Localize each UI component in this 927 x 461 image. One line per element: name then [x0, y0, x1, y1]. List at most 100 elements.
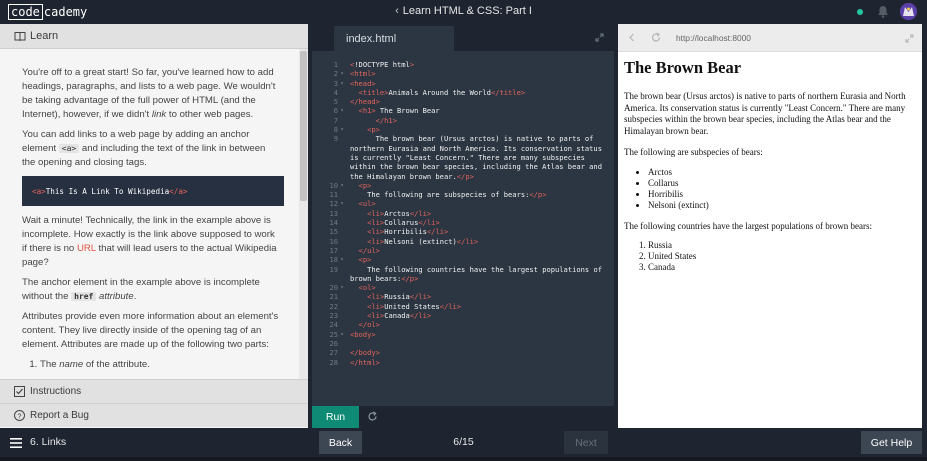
code-line[interactable]: 4 <title>Animals Around the World</title… — [312, 88, 614, 97]
code-line[interactable]: 11 The following are subspecies of bears… — [312, 190, 614, 199]
fold-gutter — [338, 134, 346, 180]
fold-arrow-icon[interactable]: ▾ — [338, 330, 346, 339]
inline-code-href: href — [71, 292, 97, 301]
os-taskbar — [0, 457, 927, 461]
code-line[interactable]: 28 </html> — [312, 358, 614, 367]
code-line[interactable]: 25 ▾ <body> — [312, 330, 614, 339]
learn-header[interactable]: Learn — [0, 24, 308, 49]
code-line[interactable]: 19 The following countries have the larg… — [312, 265, 614, 284]
code-line[interactable]: 8 ▾ <p> — [312, 125, 614, 134]
fold-gutter — [338, 88, 346, 97]
browser-preview: http://localhost:8000 The Brown Bear The… — [618, 24, 922, 428]
list-item: Nelsoni (extinct) — [648, 200, 916, 211]
code-line[interactable]: 24 </ol> — [312, 320, 614, 329]
url-field[interactable]: http://localhost:8000 — [676, 33, 751, 43]
lesson-paragraph-3: Wait a minute! Technically, the link in … — [22, 215, 277, 268]
code-text: </head> — [350, 97, 380, 107]
line-number: 12 — [329, 199, 338, 209]
line-number: 20 — [329, 283, 338, 293]
code-line[interactable]: 18 ▾ <p> — [312, 255, 614, 264]
code-text: <li>Horribilis</li> — [367, 227, 449, 237]
line-number: 3 — [333, 78, 338, 88]
avatar[interactable] — [900, 3, 917, 20]
instructions-toggle[interactable]: Instructions — [0, 379, 308, 403]
lesson-name[interactable]: 6. Links — [30, 436, 66, 448]
editor-tab-bar: index.html — [312, 24, 614, 51]
code-line[interactable]: 15 <li>Horribilis</li> — [312, 227, 614, 236]
fold-gutter — [338, 218, 346, 227]
code-line[interactable]: 2 ▾ <html> — [312, 69, 614, 78]
code-line[interactable]: 5 </head> — [312, 97, 614, 106]
code-line[interactable]: 23 <li>Canada</li> — [312, 311, 614, 320]
code-line[interactable]: 17 </ul> — [312, 246, 614, 255]
book-icon — [14, 32, 26, 41]
code-line[interactable]: 10 ▾ <p> — [312, 181, 614, 190]
code-area[interactable]: 1 <!DOCTYPE html> 2 ▾ <html> 3 ▾ <head> 4 <title… — [312, 51, 614, 406]
fold-arrow-icon[interactable]: ▾ — [338, 181, 346, 190]
line-number: 28 — [329, 357, 338, 367]
code-line[interactable]: 26 — [312, 339, 614, 348]
fold-gutter — [338, 209, 346, 218]
line-number: 11 — [329, 190, 338, 200]
bell-icon[interactable] — [877, 5, 889, 18]
line-number: 10 — [329, 180, 338, 190]
line-number: 6 — [333, 106, 338, 116]
fold-gutter — [338, 348, 346, 357]
code-text: The following are subspecies of bears:</… — [350, 190, 547, 200]
code-line[interactable]: 13 <li>Arctos</li> — [312, 209, 614, 218]
code-line[interactable]: 7 </h1> — [312, 116, 614, 125]
fold-gutter — [338, 190, 346, 199]
back-arrow-icon[interactable] — [627, 32, 637, 43]
code-line[interactable]: 3 ▾ <head> — [312, 79, 614, 88]
code-text: <li>Russia</li> — [367, 292, 432, 302]
fold-arrow-icon[interactable]: ▾ — [338, 283, 346, 292]
code-line[interactable]: 6 ▾ <h1> The Brown Bear — [312, 106, 614, 115]
code-text: <ul> — [358, 199, 376, 209]
course-title[interactable]: ‹ Learn HTML & CSS: Part I — [0, 5, 927, 17]
fold-arrow-icon[interactable]: ▾ — [338, 106, 346, 115]
line-number: 9 — [333, 134, 338, 144]
code-text: <li>Canada</li> — [367, 311, 432, 321]
get-help-button[interactable]: Get Help — [861, 431, 922, 454]
line-number: 27 — [329, 348, 338, 358]
line-number: 19 — [329, 264, 338, 274]
lesson-scrollbar[interactable] — [299, 49, 308, 379]
page-heading: The Brown Bear — [624, 58, 742, 77]
report-bug-button[interactable]: ? Report a Bug — [0, 403, 308, 427]
code-line[interactable]: 21 <li>Russia</li> — [312, 292, 614, 301]
countries-list: Russia United States Canada — [624, 240, 916, 273]
scrollbar-thumb[interactable] — [300, 51, 307, 201]
reset-icon[interactable] — [367, 411, 378, 422]
code-line[interactable]: 22 <li>United States</li> — [312, 302, 614, 311]
line-number: 7 — [333, 115, 338, 125]
run-button[interactable]: Run — [312, 406, 359, 428]
report-bug-label: Report a Bug — [30, 410, 89, 421]
expand-icon[interactable] — [905, 34, 914, 43]
code-line[interactable]: 16 <li>Nelsoni (extinct)</li> — [312, 237, 614, 246]
tab-index-html[interactable]: index.html — [334, 26, 454, 51]
line-number: 5 — [333, 97, 338, 107]
fold-gutter — [338, 311, 346, 320]
code-text: </body> — [350, 348, 380, 358]
code-line[interactable]: 27 </body> — [312, 348, 614, 357]
fold-arrow-icon[interactable]: ▾ — [338, 199, 346, 208]
line-number: 2 — [333, 69, 338, 79]
back-button[interactable]: Back — [319, 431, 362, 454]
expand-icon[interactable] — [595, 33, 604, 42]
code-line[interactable]: 1 <!DOCTYPE html> — [312, 60, 614, 69]
code-line[interactable]: 12 ▾ <ul> — [312, 199, 614, 208]
code-line[interactable]: 9 The brown bear (Ursus arctos) is nativ… — [312, 134, 614, 180]
fold-arrow-icon[interactable]: ▾ — [338, 255, 346, 264]
code-text: <!DOCTYPE html> — [350, 60, 415, 69]
fold-arrow-icon[interactable]: ▾ — [338, 69, 346, 78]
chevron-left-icon: ‹ — [395, 5, 399, 17]
fold-arrow-icon[interactable]: ▾ — [338, 125, 346, 134]
next-button[interactable]: Next — [564, 431, 608, 454]
menu-icon[interactable] — [10, 438, 22, 448]
code-text: <head> — [350, 78, 376, 88]
instructions-label: Instructions — [30, 386, 82, 397]
code-line[interactable]: 14 <li>Collarus</li> — [312, 218, 614, 227]
code-line[interactable]: 20 ▾ <ol> — [312, 283, 614, 292]
refresh-icon[interactable] — [651, 32, 661, 43]
fold-arrow-icon[interactable]: ▾ — [338, 79, 346, 88]
